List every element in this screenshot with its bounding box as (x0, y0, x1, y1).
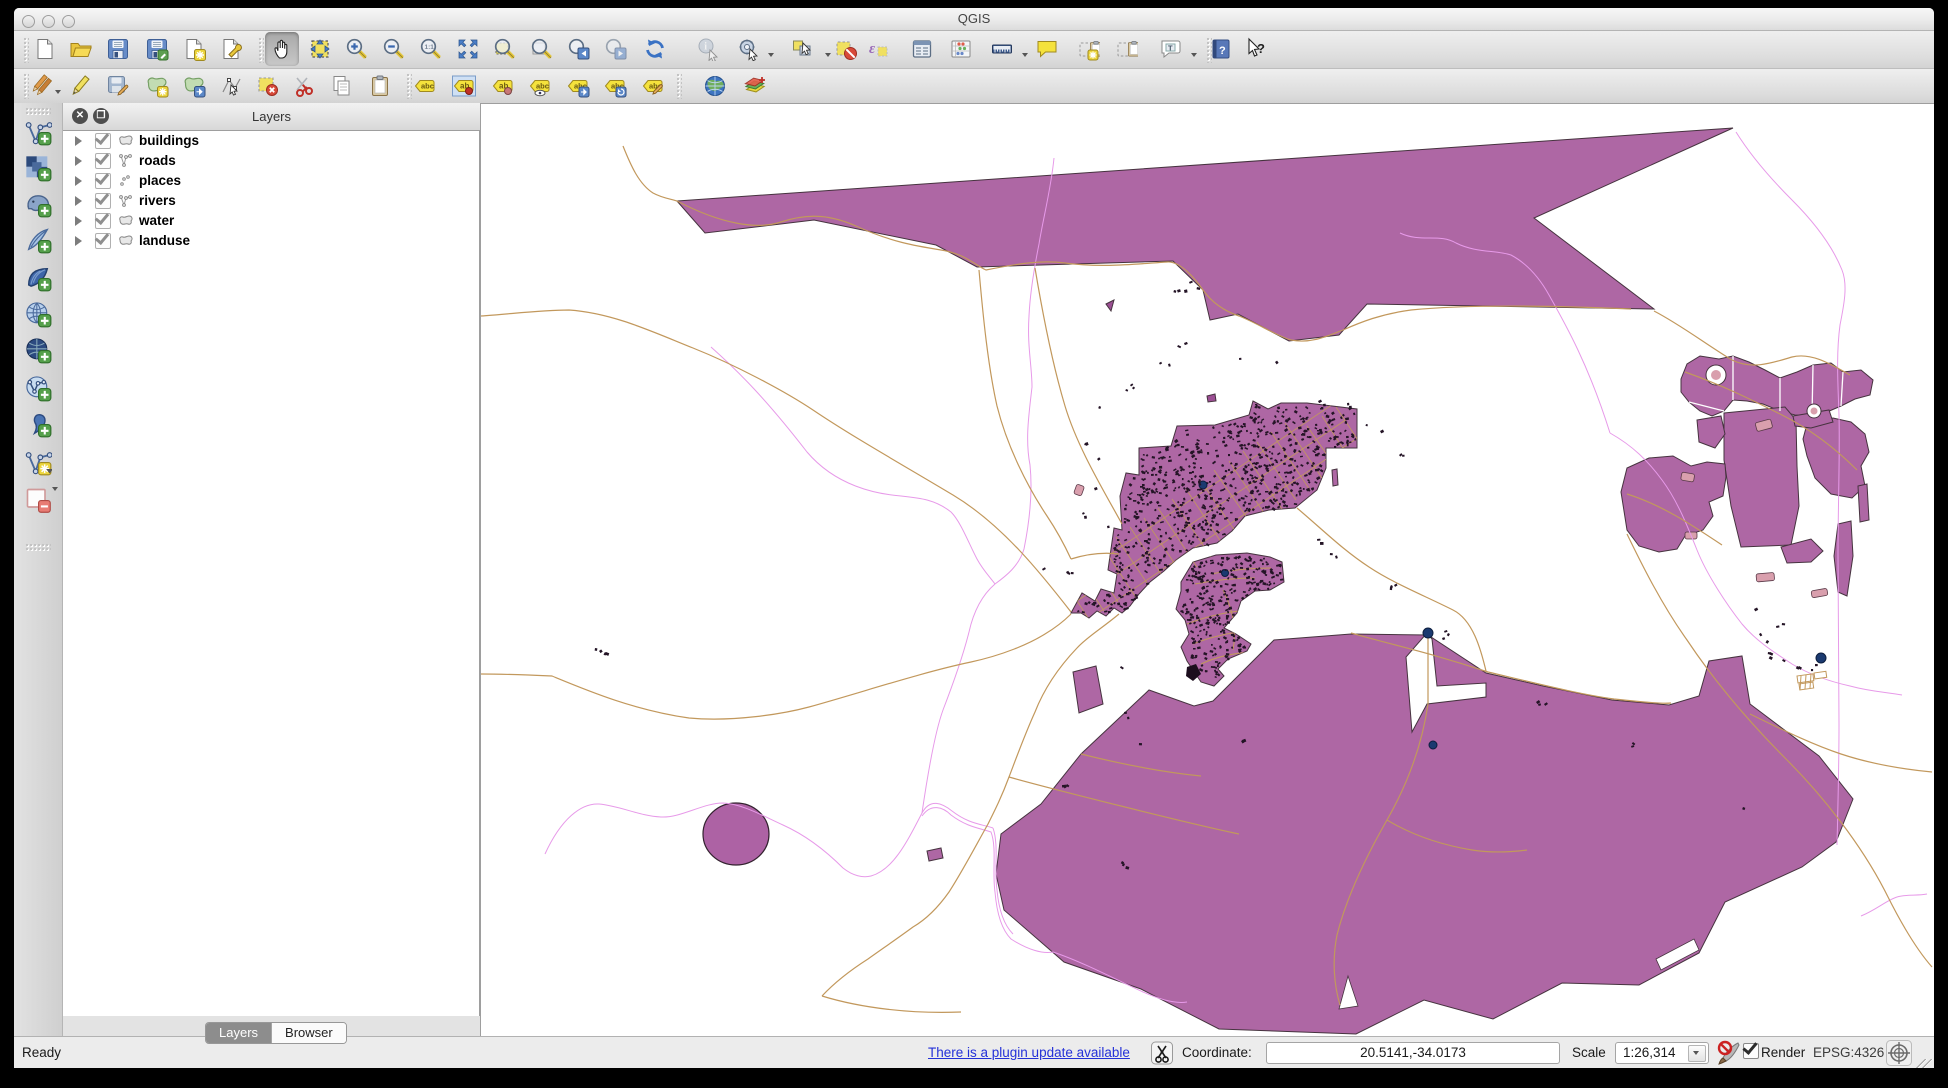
svg-text:abc: abc (421, 82, 434, 91)
svg-text:ε: ε (869, 41, 876, 57)
svg-text:abc: abc (536, 82, 549, 91)
svg-text:T: T (1168, 44, 1173, 53)
svg-text:?: ? (1257, 41, 1265, 56)
svg-text:1:1: 1:1 (425, 44, 435, 51)
svg-text:?: ? (1219, 45, 1226, 57)
svg-text:i: i (704, 42, 707, 53)
